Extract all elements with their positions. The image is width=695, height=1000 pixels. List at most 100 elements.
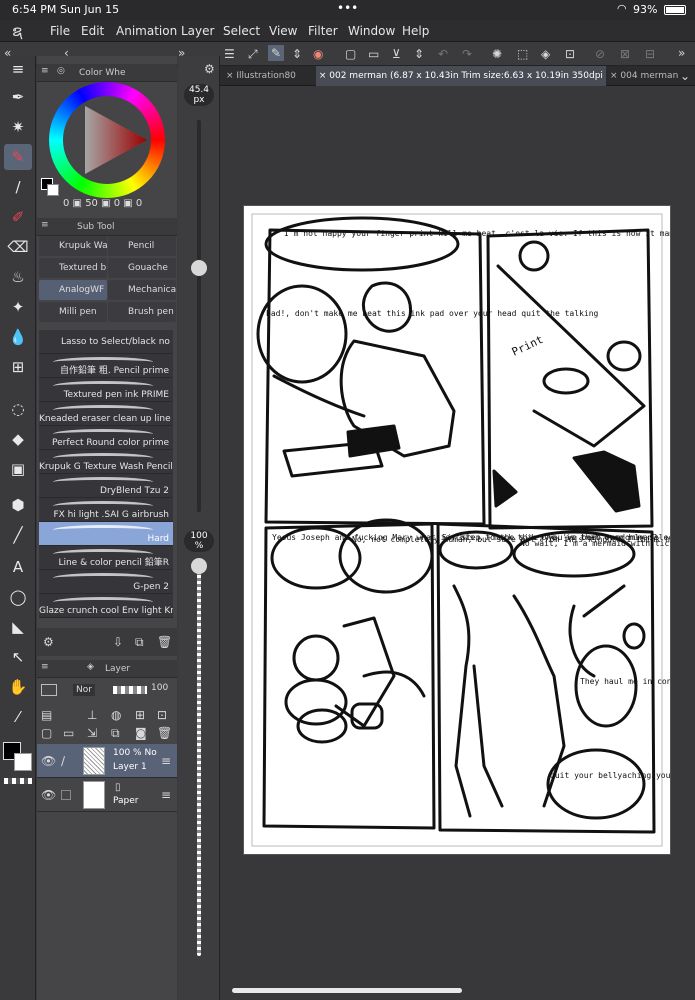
- invert-icon[interactable]: ⊠: [620, 47, 630, 61]
- tab-002-merman[interactable]: × 002 merman (6.87 x 10.43in Trim size:6…: [316, 66, 606, 86]
- magic-wand-icon[interactable]: ✷: [4, 114, 32, 140]
- subtool-analogwf[interactable]: AnalogWF: [39, 280, 107, 300]
- merge-layer-icon[interactable]: ⧉: [111, 726, 120, 740]
- subtool-download-icon[interactable]: ⇩: [113, 635, 123, 649]
- subtool-settings-icon[interactable]: ⚙: [43, 635, 54, 649]
- new-folder-icon[interactable]: ▭: [63, 726, 74, 740]
- sparkle-icon[interactable]: ✦: [4, 294, 32, 320]
- color-wheel-tab-icon[interactable]: ◎: [57, 66, 65, 76]
- layer-alpha-icon[interactable]: ⊞: [135, 708, 145, 722]
- brush-item[interactable]: 自作鉛筆 粗. Pencil prime: [39, 354, 173, 378]
- subtool-menu-icon[interactable]: ≡: [41, 220, 49, 230]
- marker-icon[interactable]: ✐: [4, 204, 32, 230]
- clear-icon[interactable]: ⬚: [517, 47, 528, 61]
- subtool-title[interactable]: Sub Tool: [77, 222, 114, 232]
- undo-icon[interactable]: ↶: [438, 47, 448, 61]
- layer-clip-icon[interactable]: ⊥: [87, 708, 97, 722]
- subtool-gouache[interactable]: Gouache: [108, 258, 176, 278]
- layer-visibility-icon[interactable]: 👁: [41, 754, 56, 768]
- deselect-icon[interactable]: ⊘: [595, 47, 605, 61]
- eraser-icon[interactable]: ⌫: [4, 234, 32, 260]
- brush-item-selected[interactable]: Hard: [39, 522, 173, 546]
- color-wheel[interactable]: [49, 82, 165, 198]
- gradient-icon[interactable]: ▣: [4, 456, 32, 482]
- tab-illustration80[interactable]: × Illustration80: [226, 66, 316, 86]
- crop-icon[interactable]: ⊟: [645, 47, 655, 61]
- menu-view[interactable]: View: [269, 24, 297, 38]
- opacity-slider-vertical[interactable]: [197, 564, 201, 956]
- ruler-icon[interactable]: ◣: [4, 614, 32, 640]
- redo-icon[interactable]: ↷: [462, 47, 472, 61]
- comic-page[interactable]: I'm not happy your finger print kill me …: [244, 206, 670, 854]
- app-logo-icon[interactable]: ຊ: [12, 22, 22, 40]
- slider-settings-icon[interactable]: ⚙: [204, 62, 215, 76]
- layer-panel-title[interactable]: Layer: [105, 664, 130, 674]
- home-indicator[interactable]: [232, 988, 462, 993]
- opacity-slider[interactable]: [113, 686, 147, 694]
- layer-mask-add-icon[interactable]: ◙: [135, 726, 147, 740]
- balloon-icon[interactable]: ◯: [4, 584, 32, 610]
- brush-item[interactable]: Perfect Round color prime: [39, 426, 173, 450]
- draw-mode-icon[interactable]: ✎: [268, 45, 285, 61]
- fullscreen-icon[interactable]: ⤢: [248, 47, 258, 61]
- color-panel-title[interactable]: Color Whe: [79, 68, 126, 78]
- layer-row-paper[interactable]: 👁 ▯ Paper ≡: [37, 778, 177, 812]
- secondary-color-swatch[interactable]: [47, 184, 59, 196]
- blend-mode-select[interactable]: Nor: [73, 684, 95, 696]
- layer-checkbox[interactable]: [61, 790, 71, 800]
- lasso-icon[interactable]: ◌: [4, 396, 32, 422]
- blend-icon[interactable]: 💧: [4, 324, 32, 350]
- pen-tool-selected-icon[interactable]: ✎: [4, 144, 32, 170]
- line-icon[interactable]: ╱: [4, 522, 32, 548]
- new-raster-layer-icon[interactable]: ▢: [41, 726, 52, 740]
- toolbar-menu-icon[interactable]: ≡: [4, 56, 32, 82]
- transform-icon[interactable]: ⊡: [565, 47, 575, 61]
- menu-animation[interactable]: Animation: [116, 24, 177, 38]
- color-triangle[interactable]: [63, 96, 151, 184]
- brush-size-knob[interactable]: [191, 260, 207, 276]
- open-folder-icon[interactable]: ▭: [368, 47, 379, 61]
- pen-tool-icon[interactable]: ✒: [4, 84, 32, 110]
- brush-item[interactable]: Textured pen ink PRIME: [39, 378, 173, 402]
- subtool-brush-pen[interactable]: Brush pen: [108, 302, 176, 322]
- new-file-icon[interactable]: ▢: [345, 47, 356, 61]
- layer-row-layer1[interactable]: 👁 ∕ 100 % No Layer 1 ≡: [37, 744, 177, 778]
- companion-icon[interactable]: ◉: [313, 47, 323, 61]
- layer-palette-icon[interactable]: ⊡: [157, 708, 167, 722]
- spinner-icon[interactable]: ✺: [492, 47, 502, 61]
- brush-item[interactable]: G-pen 2: [39, 570, 173, 594]
- stepper-icon[interactable]: ⇕: [292, 47, 302, 61]
- layer-drag-handle-icon[interactable]: ≡: [161, 754, 171, 768]
- subtool-krupuk[interactable]: Krupuk Wa: [39, 236, 107, 256]
- brush-size-slider[interactable]: [197, 120, 201, 512]
- tab-004-merman[interactable]: × 004 merman: [610, 66, 680, 86]
- brush-item[interactable]: Glaze crunch cool Env light Krup: [39, 594, 173, 618]
- menu-edit[interactable]: Edit: [81, 24, 104, 38]
- subtool-textured[interactable]: Textured bl: [39, 258, 107, 278]
- eyedropper-icon[interactable]: ⁄: [4, 704, 32, 730]
- layer-ref-icon[interactable]: ◍: [111, 708, 121, 722]
- tabs-dropdown-icon[interactable]: ⌄: [680, 69, 690, 83]
- menu-window[interactable]: Window: [348, 24, 395, 38]
- panel-menu-icon[interactable]: ≡: [41, 66, 49, 76]
- subtool-copy-icon[interactable]: ⧉: [135, 635, 144, 649]
- hand-icon[interactable]: ✋: [4, 674, 32, 700]
- subtool-milli-pen[interactable]: Milli pen: [39, 302, 107, 322]
- menu-layer[interactable]: Layer: [181, 24, 214, 38]
- layer-drag-handle-icon[interactable]: ≡: [161, 788, 171, 802]
- 3d-object-icon[interactable]: ⬢: [4, 492, 32, 518]
- layer-opacity-value[interactable]: 100: [151, 683, 168, 693]
- menu-select[interactable]: Select: [223, 24, 260, 38]
- menu-icon[interactable]: ☰: [224, 47, 235, 61]
- subtool-pencil[interactable]: Pencil: [108, 236, 176, 256]
- move-icon[interactable]: ↖: [4, 644, 32, 670]
- text-icon[interactable]: A: [4, 554, 32, 580]
- subtool-delete-icon[interactable]: 🗑: [157, 635, 172, 649]
- menu-file[interactable]: File: [50, 24, 70, 38]
- fill-bucket-icon[interactable]: ◆: [4, 426, 32, 452]
- brush-item[interactable]: Krupuk G Texture Wash Pencil sl: [39, 450, 173, 474]
- expand-right-icon[interactable]: »: [678, 46, 685, 60]
- transfer-layer-icon[interactable]: ⇲: [87, 726, 97, 740]
- grid-icon[interactable]: ⊞: [4, 354, 32, 380]
- stepper2-icon[interactable]: ⇕: [414, 47, 424, 61]
